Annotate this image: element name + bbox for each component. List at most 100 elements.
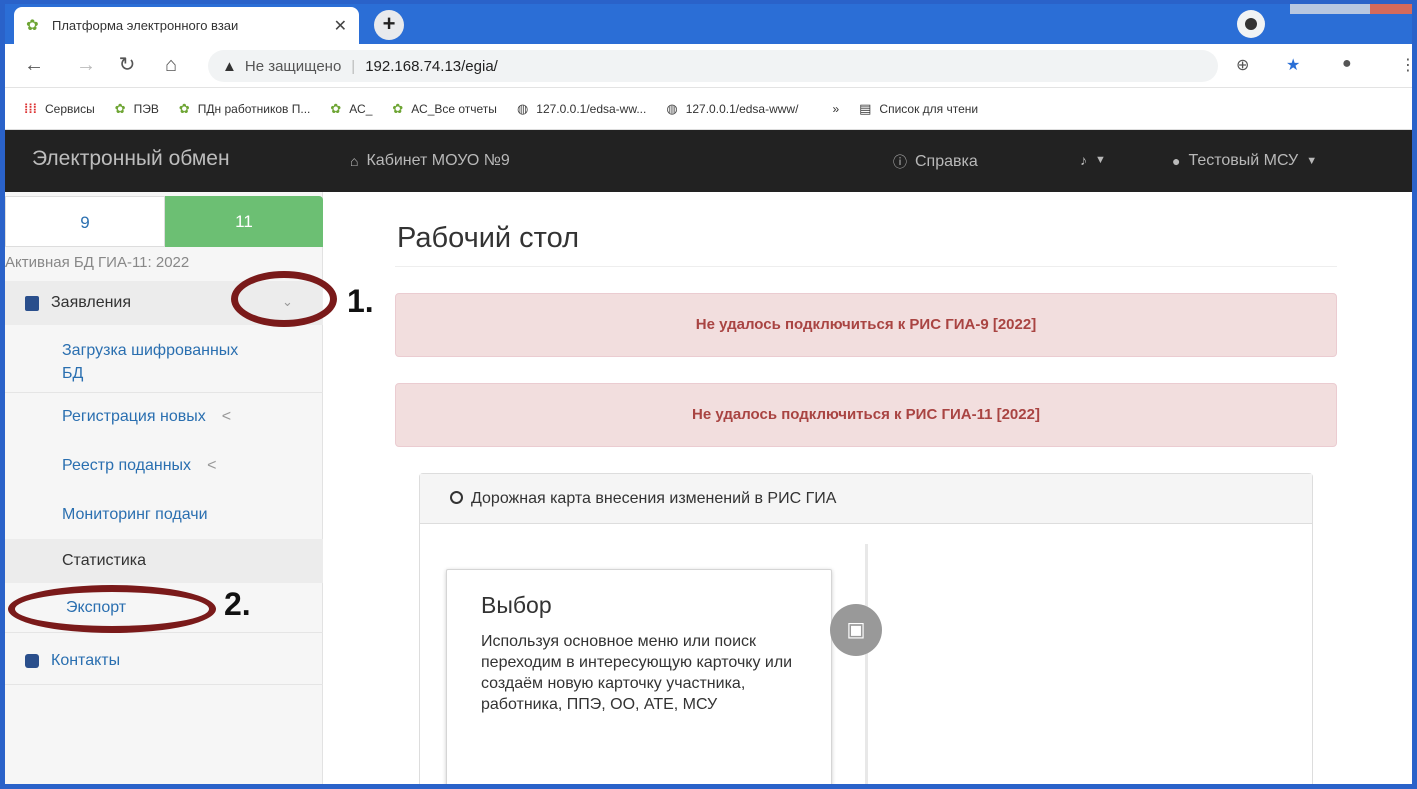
help-label: Справка: [915, 153, 978, 170]
sidebar-item-label: Реестр поданных: [62, 457, 192, 474]
bookmarks-bar: ⁞⁞⁞ Сервисы ✿ ПЭВ ✿ ПДн работников П... ✿ АС…: [0, 88, 1417, 130]
bookmarks-overflow-button[interactable]: »: [832, 102, 839, 116]
user-dropdown[interactable]: ● Тестовый МСУ ▼: [1172, 152, 1317, 170]
sidebar-item-label: Мониторинг подачи: [62, 506, 208, 523]
bookmark-label: 127.0.0.1/edsa-ww...: [536, 101, 647, 116]
cabinet-label: Кабинет МОУО №9: [366, 152, 510, 169]
switch-gia-9[interactable]: 9: [5, 196, 165, 247]
browser-tabstrip: ✿ Платформа электронного взаи ✕ +: [0, 0, 1417, 44]
security-label[interactable]: Не защищено: [245, 58, 341, 75]
address-bar[interactable]: ▲ Не защищено | 192.168.74.13/egia/: [208, 50, 1218, 82]
bookmark-as[interactable]: ✿ АС_: [330, 101, 372, 117]
sidebar-item-registration[interactable]: Регистрация новых <: [62, 405, 231, 428]
leaf-icon: ✿: [114, 100, 126, 116]
reload-icon[interactable]: ↻: [113, 51, 141, 79]
bookmark-label: 127.0.0.1/edsa-www/: [685, 101, 799, 116]
sidebar-item-upload[interactable]: Загрузка шифрованных БД: [62, 339, 262, 385]
reading-list-button[interactable]: ▤ Список для чтени: [859, 101, 978, 117]
divider: [395, 266, 1337, 267]
annotation-ring-2: [8, 585, 216, 633]
bookmark-edsa-2[interactable]: ◍ 127.0.0.1/edsa-www/: [666, 101, 798, 117]
home-icon: ⌂: [350, 153, 359, 169]
info-icon: ⓘ: [893, 154, 907, 170]
bookmark-as-reports[interactable]: ✿ АС_Все отчеты: [392, 101, 497, 117]
browser-tab[interactable]: ✿ Платформа электронного взаи ✕: [14, 7, 359, 44]
chevron-left-icon: <: [221, 408, 232, 425]
sidebar-item-registry[interactable]: Реестр поданных <: [62, 454, 216, 477]
active-db-label: Активная БД ГИА-11: 2022: [5, 254, 190, 271]
timeline-line: [865, 544, 868, 789]
alert-gia-9: Не удалось подключиться к РИС ГИА-9 [202…: [395, 293, 1337, 357]
cabinet-link[interactable]: ⌂ Кабинет МОУО №9: [350, 152, 510, 170]
star-icon[interactable]: ★: [1286, 55, 1300, 75]
annotation-step-1: 1.: [347, 283, 374, 319]
divider: [5, 392, 323, 393]
brand-link[interactable]: Электронный обмен: [32, 147, 230, 171]
sidebar-item-statistics[interactable]: Статистика: [62, 549, 146, 572]
app-navbar: Электронный обмен ⌂ Кабинет МОУО №9 ⓘ Сп…: [0, 130, 1417, 192]
bookmark-label: АС_Все отчеты: [411, 101, 497, 116]
bookmark-services[interactable]: ⁞⁞⁞ Сервисы: [24, 101, 95, 116]
gia-switch: 9 11: [5, 196, 323, 247]
alert-gia-11: Не удалось подключиться к РИС ГИА-11 [20…: [395, 383, 1337, 447]
globe-icon: ◍: [666, 100, 678, 116]
roadmap-panel: Дорожная карта внесения изменений в РИС …: [419, 473, 1313, 789]
close-icon[interactable]: ✕: [334, 16, 347, 36]
calendar-plus-icon: ▣: [830, 604, 882, 656]
caret-down-icon: ▼: [1306, 155, 1318, 167]
help-link[interactable]: ⓘ Справка: [893, 152, 978, 172]
sidebar-item-monitoring[interactable]: Мониторинг подачи: [62, 503, 208, 526]
browser-toolbar: ← → ↻ ⌂ ▲ Не защищено | 192.168.74.13/eg…: [0, 44, 1417, 88]
sidebar-item-label: Статистика: [62, 552, 147, 569]
menu-dots-icon[interactable]: ⋮: [1400, 55, 1416, 75]
bookmark-label: Сервисы: [45, 101, 95, 116]
user-label: Тестовый МСУ: [1188, 152, 1299, 169]
switch-gia-11[interactable]: 11: [165, 196, 323, 247]
bell-icon: ♪: [1080, 152, 1087, 168]
reading-list-icon: ▤: [859, 100, 872, 116]
address-divider: |: [351, 57, 356, 75]
file-icon: [25, 295, 39, 311]
back-icon[interactable]: ←: [20, 51, 48, 79]
divider: [5, 684, 323, 685]
leaf-icon: ✿: [26, 16, 39, 34]
bookmark-pdn[interactable]: ✿ ПДн работников П...: [179, 101, 310, 117]
account-icon[interactable]: ●: [1342, 55, 1352, 73]
window-close-button[interactable]: [1370, 0, 1417, 14]
home-icon[interactable]: ⌂: [157, 51, 185, 79]
leaf-icon: ✿: [178, 100, 190, 116]
panel-header: Дорожная карта внесения изменений в РИС …: [420, 474, 1312, 524]
sidebar-item-label: Заявления: [51, 294, 132, 311]
bookmark-edsa-1[interactable]: ◍ 127.0.0.1/edsa-ww...: [517, 101, 646, 117]
annotation-ring-1: [231, 271, 337, 327]
bookmark-label: ПЭВ: [133, 101, 159, 116]
bookmark-label: ПДн работников П...: [197, 101, 311, 116]
clock-icon: [450, 491, 463, 504]
forward-icon[interactable]: →: [72, 51, 100, 79]
main-content: Рабочий стол Не удалось подключиться к Р…: [324, 192, 1412, 789]
sidebar-item-label: Загрузка шифрованных БД: [62, 342, 239, 382]
timeline-card: Выбор Используя основное меню или поиск …: [446, 569, 832, 789]
bookmark-pev[interactable]: ✿ ПЭВ: [115, 101, 159, 117]
caret-down-icon: ▼: [1095, 154, 1106, 166]
apps-icon: ⁞⁞⁞: [24, 101, 37, 116]
panel-title: Дорожная карта внесения изменений в РИС …: [471, 490, 837, 507]
card-title: Выбор: [481, 592, 552, 618]
warning-icon: ▲: [222, 57, 237, 75]
notifications-dropdown[interactable]: ♪ ▼: [1080, 152, 1106, 168]
tab-title: Платформа электронного взаи: [52, 18, 239, 33]
annotation-step-2: 2.: [224, 586, 251, 622]
reading-list-label: Список для чтени: [879, 101, 979, 116]
card-text: Используя основное меню или поиск перехо…: [481, 633, 793, 713]
chevron-left-icon: <: [207, 457, 217, 474]
sidebar-item-contacts[interactable]: Контакты: [25, 652, 120, 670]
new-tab-button[interactable]: +: [374, 10, 404, 40]
user-icon: ●: [1172, 153, 1181, 169]
zoom-icon[interactable]: ⊕: [1236, 55, 1249, 75]
globe-icon: ◍: [516, 100, 529, 116]
bookmark-label: АС_: [349, 101, 373, 116]
url-text[interactable]: 192.168.74.13/egia/: [365, 58, 498, 75]
sidebar-row-highlight: [5, 539, 323, 583]
divider: [5, 632, 323, 633]
browser-profile-icon[interactable]: [1237, 10, 1265, 38]
